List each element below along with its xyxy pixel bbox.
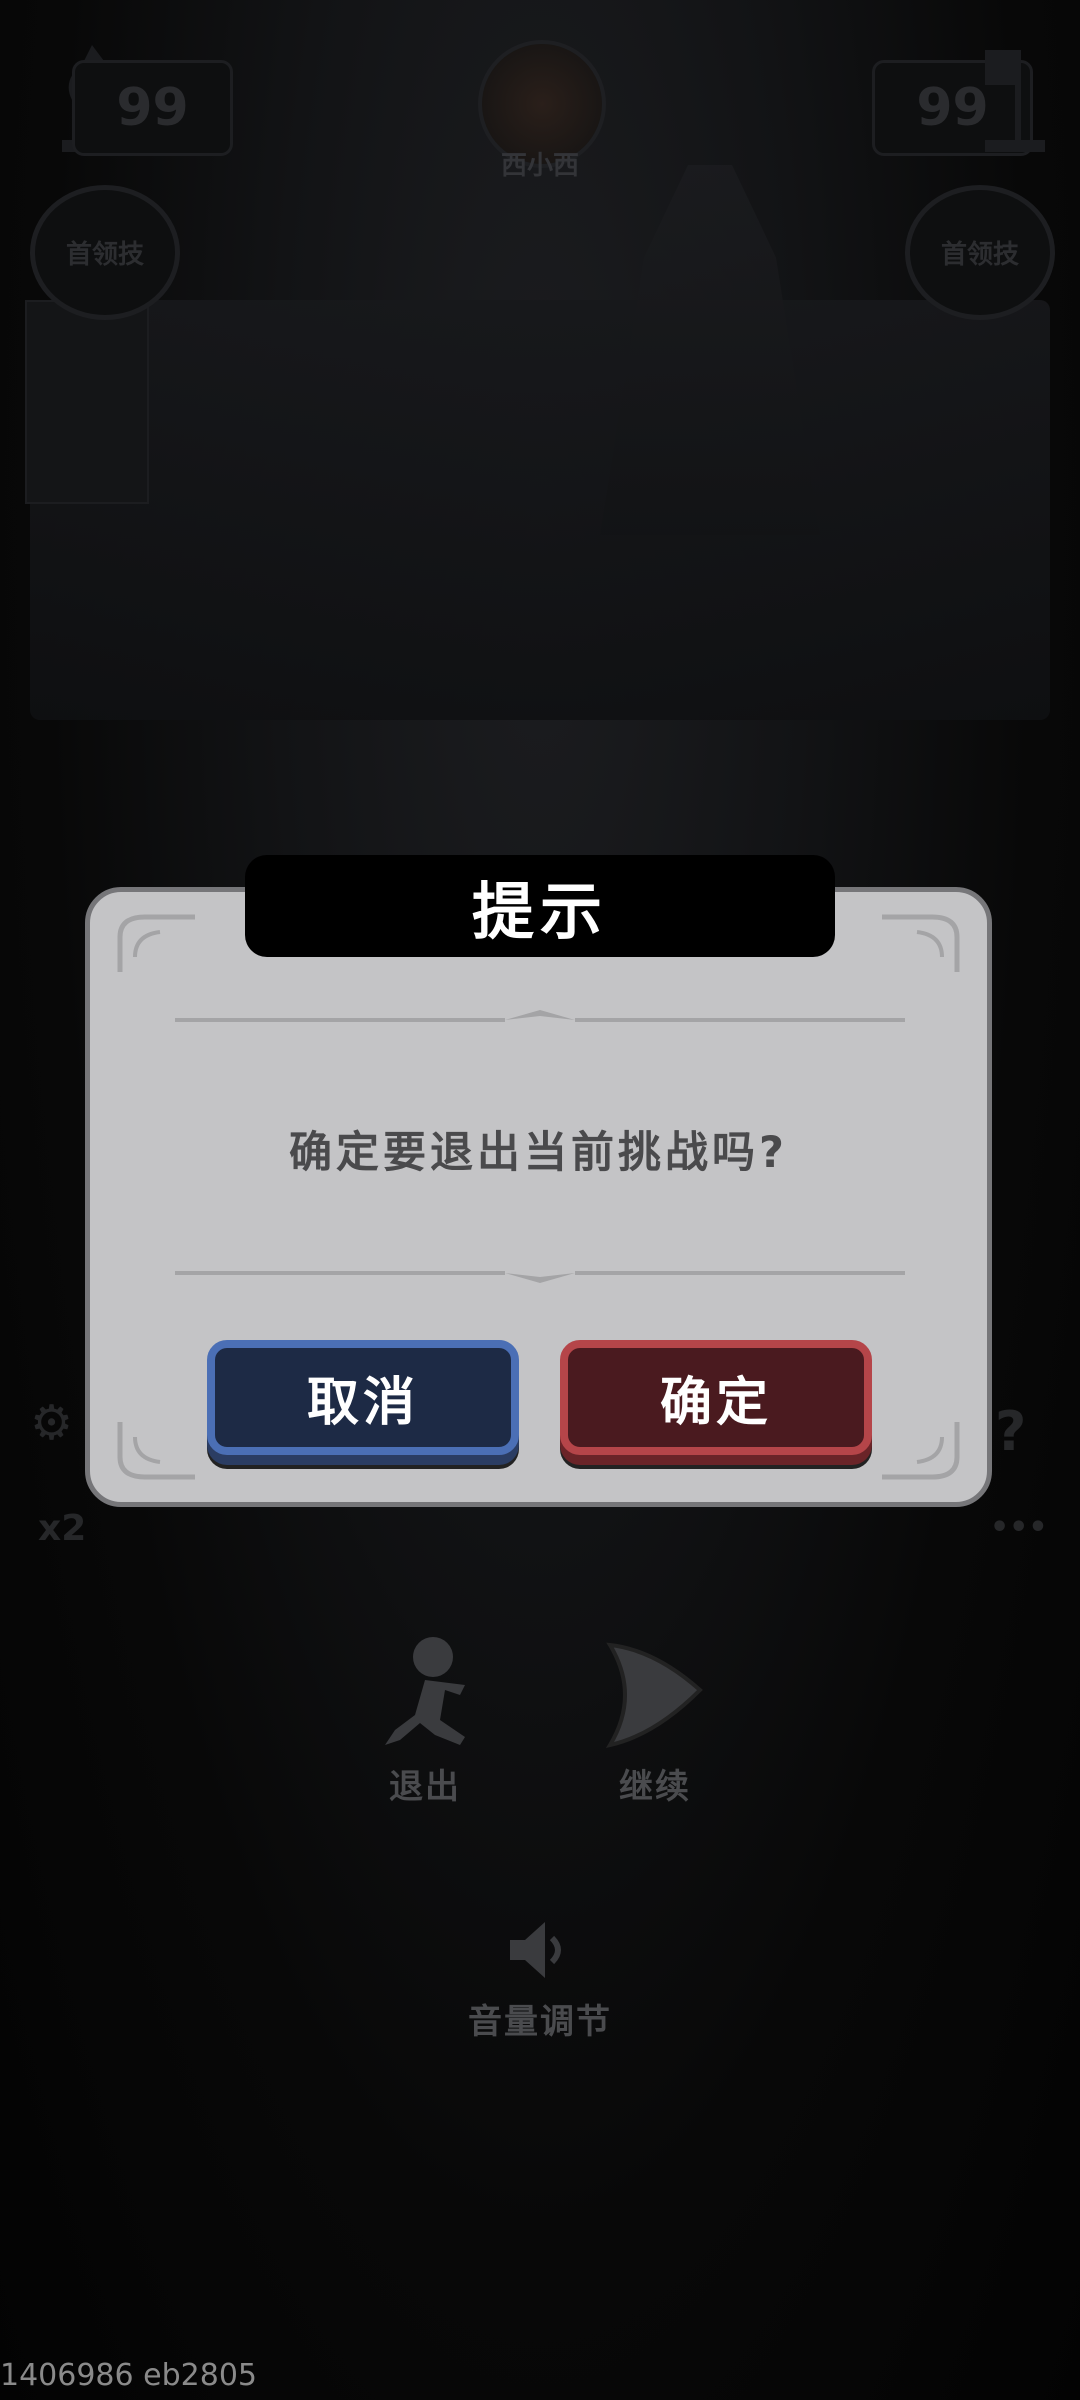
more-icon[interactable]: ••• <box>990 1510 1048 1545</box>
top-divider <box>175 1010 905 1022</box>
cancel-button-label: 取消 <box>306 1373 419 1433</box>
volume-menu-button[interactable]: 音量调节 <box>440 1910 640 2043</box>
confirm-button[interactable]: 确定 <box>560 1340 872 1455</box>
bottom-divider <box>175 1271 905 1283</box>
corner-ornament-icon <box>882 914 960 972</box>
help-icon[interactable]: ? <box>995 1400 1026 1463</box>
corner-ornament-icon <box>882 1422 960 1480</box>
continue-label: 继续 <box>619 1767 691 1807</box>
cancel-button[interactable]: 取消 <box>207 1340 519 1455</box>
volume-label: 音量调节 <box>468 2002 612 2042</box>
corner-ornament-icon <box>117 914 195 972</box>
right-skill-badge[interactable]: 首领技 <box>905 185 1055 320</box>
running-man-icon <box>385 1637 465 1745</box>
confirm-button-label: 确定 <box>659 1373 772 1433</box>
exit-menu-button[interactable]: 退出 <box>325 1635 525 1808</box>
player-name: 西小西 <box>500 151 579 181</box>
dialog-title: 提示 <box>471 875 608 948</box>
flag-piece-icon <box>985 50 1045 152</box>
left-skill-badge[interactable]: 首领技 <box>30 185 180 320</box>
speaker-icon <box>510 1922 561 1978</box>
pillar-silhouette <box>25 300 149 504</box>
dialog-title-bar: 提示 <box>245 855 835 957</box>
game-board <box>30 300 1050 720</box>
settings-gear-icon[interactable]: ⚙ <box>30 1395 73 1451</box>
play-arrow-icon <box>605 1642 703 1748</box>
left-piece-count: 99 <box>72 60 233 156</box>
version-text: 1406986 eb2805 <box>0 2358 257 2393</box>
corner-ornament-icon <box>117 1422 195 1480</box>
continue-menu-button[interactable]: 继续 <box>555 1635 755 1808</box>
exit-label: 退出 <box>389 1767 461 1807</box>
dialog-message: 确定要退出当前挑战吗? <box>289 1128 788 1178</box>
speed-x2-button[interactable]: x2 <box>38 1508 86 1549</box>
